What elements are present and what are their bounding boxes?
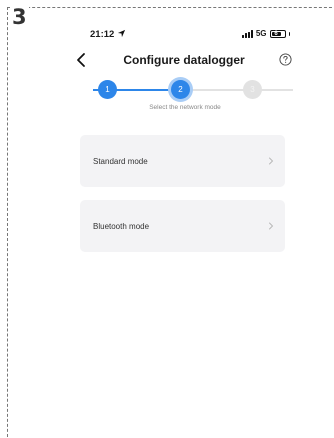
step-number-label: 3: [10, 5, 29, 29]
standard-mode-option[interactable]: Standard mode: [80, 135, 285, 187]
chevron-right-icon: [269, 222, 274, 230]
status-bar: 21:12 5G 6: [90, 29, 290, 43]
help-icon[interactable]: [279, 53, 292, 66]
option-label: Bluetooth mode: [93, 221, 150, 231]
status-time-group: 21:12: [90, 29, 126, 40]
page-title: Configure datalogger: [123, 53, 245, 67]
step-1-indicator: 1: [98, 80, 117, 99]
step-3-indicator: 3: [243, 80, 262, 99]
battery-tip: [288, 31, 290, 36]
step-2-indicator: 2: [171, 80, 190, 99]
status-indicators: 5G 6: [241, 29, 290, 38]
option-label: Standard mode: [93, 156, 148, 166]
progress-stepper: 1 2 3: [93, 80, 293, 100]
step-caption: Select the network mode: [149, 104, 221, 111]
nav-bar: Configure datalogger: [74, 50, 294, 70]
battery-level: 6: [274, 30, 278, 37]
signal-icon: [241, 29, 253, 38]
location-arrow-icon: [117, 29, 126, 38]
step-connector: [183, 89, 293, 91]
network-type: 5G: [255, 29, 267, 38]
battery-icon: 6: [269, 29, 286, 38]
bluetooth-mode-option[interactable]: Bluetooth mode: [80, 200, 285, 252]
status-time: 21:12: [90, 29, 115, 40]
chevron-right-icon: [269, 157, 274, 165]
